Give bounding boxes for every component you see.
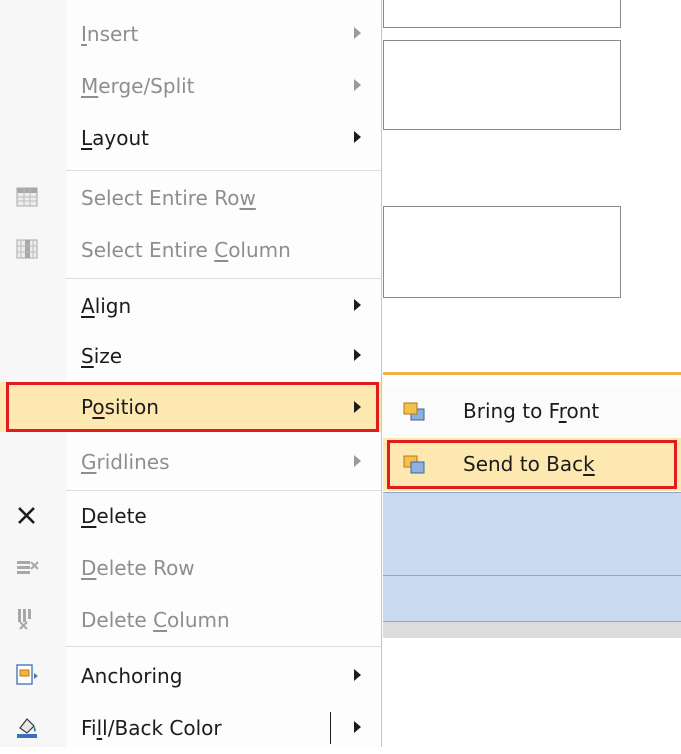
menu-item-label: Gridlines [81, 450, 170, 474]
menu-item-label: Select Entire Row [81, 186, 256, 210]
table-cell[interactable] [383, 0, 621, 28]
anchoring-icon [16, 664, 38, 685]
menu-item-label: Select Entire Column [81, 238, 291, 262]
table-row-selected[interactable] [383, 575, 681, 622]
menu-item-layout[interactable]: Layout [0, 112, 381, 164]
split-button-divider [330, 712, 331, 744]
annotation-highlight-box [6, 382, 379, 432]
submenu-arrow-icon [354, 79, 361, 91]
select-column-icon [16, 239, 38, 259]
menu-item-select-entire-row[interactable]: Select Entire Row [0, 172, 381, 224]
menu-item-merge-split[interactable]: Merge/Split [0, 60, 381, 112]
menu-item-position[interactable]: Position [0, 382, 381, 432]
bring-to-front-icon [403, 402, 425, 421]
menu-border [381, 0, 382, 747]
submenu-arrow-icon [354, 27, 361, 39]
menu-item-label: Delete Row [81, 556, 195, 580]
submenu-arrow-icon[interactable] [354, 721, 361, 733]
delete-x-icon [18, 507, 35, 524]
delete-column-icon [18, 609, 31, 630]
menu-item-label: Layout [81, 126, 150, 150]
menu-item-align[interactable]: Align [0, 280, 381, 332]
menu-item-gridlines[interactable]: Gridlines [0, 436, 381, 488]
menu-item-label: Delete Column [81, 608, 230, 632]
menu-item-label: Position [81, 395, 159, 419]
menu-item-insert[interactable]: Insert [0, 8, 381, 60]
menu-item-label: Fill/Back Color [81, 716, 222, 740]
menu-item-label: Delete [81, 504, 147, 528]
submenu-arrow-icon [354, 299, 361, 311]
submenu-arrow-icon [354, 669, 361, 681]
fill-color-icon [17, 718, 37, 738]
submenu-item-bring-to-front[interactable]: Bring to Front [383, 385, 681, 438]
delete-row-icon [17, 561, 39, 574]
submenu-item-label: Bring to Front [463, 399, 600, 423]
position-submenu: Bring to Front Send to Back [383, 385, 681, 491]
menu-separator [66, 170, 381, 171]
document-shadow [383, 622, 681, 638]
send-to-back-icon [403, 455, 425, 474]
menu-item-label: Size [81, 344, 123, 368]
selection-border [383, 372, 681, 375]
table-cell[interactable] [383, 206, 621, 298]
menu-item-label: Align [81, 294, 132, 318]
menu-item-select-entire-column[interactable]: Select Entire Column [0, 224, 381, 276]
menu-item-anchoring[interactable]: Anchoring [0, 650, 381, 702]
menu-item-delete[interactable]: Delete [0, 490, 381, 542]
submenu-arrow-icon [354, 349, 361, 361]
menu-item-fill-back-color[interactable]: Fill/Back Color [0, 702, 381, 754]
menu-item-label: Merge/Split [81, 74, 195, 98]
menu-item-delete-column[interactable]: Delete Column [0, 594, 381, 646]
table-cell[interactable] [383, 40, 621, 130]
select-row-icon [16, 187, 38, 207]
context-menu: Insert Merge/Split Layout Select Entire … [0, 0, 383, 747]
submenu-arrow-icon [354, 455, 361, 467]
table-row-selected[interactable] [383, 492, 681, 576]
menu-item-delete-row[interactable]: Delete Row [0, 542, 381, 594]
menu-item-label: Anchoring [81, 664, 183, 688]
submenu-arrow-icon [354, 131, 361, 143]
submenu-item-send-to-back[interactable]: Send to Back [383, 438, 681, 491]
menu-separator [66, 646, 381, 647]
menu-item-label: Insert [81, 22, 139, 46]
submenu-item-label: Send to Back [463, 452, 595, 476]
menu-separator [66, 278, 381, 279]
menu-item-size[interactable]: Size [0, 330, 381, 382]
submenu-arrow-icon [354, 401, 361, 413]
